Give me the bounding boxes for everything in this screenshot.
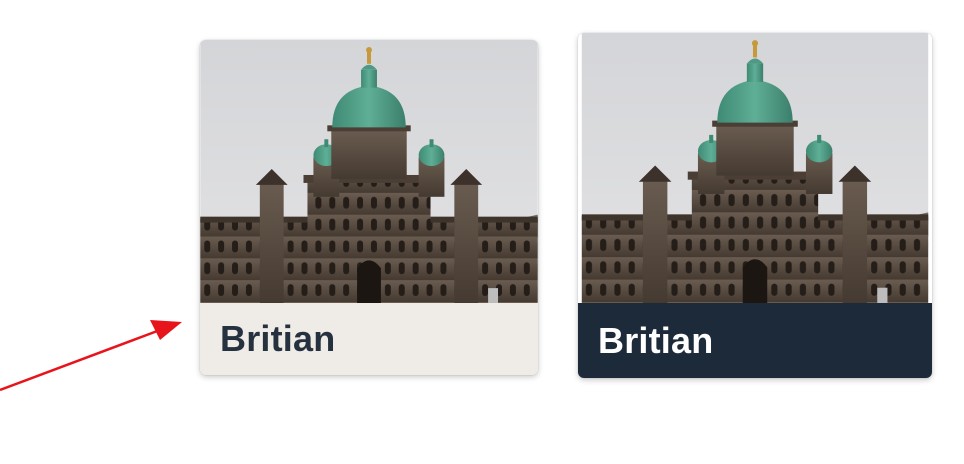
legislature-building-photo [200, 40, 538, 303]
category-card[interactable]: Britian [200, 40, 538, 375]
category-card-selected[interactable]: Britian [578, 33, 932, 378]
legislature-building-photo [581, 33, 929, 303]
card-label: Britian [200, 303, 538, 375]
card-label: Britian [578, 303, 932, 378]
red-arrow-icon [0, 320, 182, 392]
